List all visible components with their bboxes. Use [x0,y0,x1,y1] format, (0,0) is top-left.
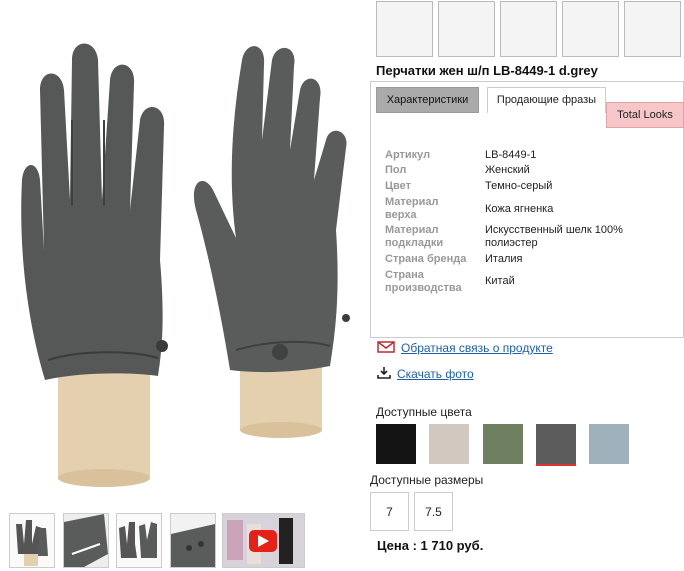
gallery-slot-2[interactable] [438,1,495,57]
color-swatch-dark-grey[interactable] [536,424,576,466]
download-photo-link[interactable]: Скачать фото [397,367,474,381]
size-option[interactable]: 7 [370,492,409,531]
thumbnail-4[interactable] [170,513,216,568]
spec-value: Темно-серый [485,180,553,192]
color-swatch-light-blue[interactable] [589,424,629,464]
product-title: Перчатки жен ш/п LB-8449-1 d.grey [376,63,598,78]
tab-selling-phrases[interactable]: Продающие фразы [487,87,606,113]
spec-label: Материал подкладки [385,224,444,249]
feedback-row: Обратная связь о продукте [377,341,553,355]
feedback-link[interactable]: Обратная связь о продукте [401,341,553,355]
main-product-image[interactable] [0,0,360,505]
size-option[interactable]: 7.5 [414,492,453,531]
tab-total-looks[interactable]: Total Looks [606,102,684,128]
video-thumbnail[interactable] [222,513,305,568]
spec-value: Искусственный шелк 100% полиэстер [485,224,623,249]
spec-value: Кожа ягненка [485,203,554,215]
envelope-icon [377,341,395,353]
spec-label: Пол [385,164,407,176]
color-swatch-beige[interactable] [429,424,469,464]
color-swatch-black[interactable] [376,424,416,464]
gallery-slot-3[interactable] [500,1,557,57]
spec-label: Страна бренда [385,253,467,265]
gallery-slot-5[interactable] [624,1,681,57]
gallery-slot-4[interactable] [562,1,619,57]
sizes-label: Доступные размеры [370,473,484,487]
download-icon [377,367,391,379]
colors-label: Доступные цвета [376,405,472,419]
thumbnail-2[interactable] [63,513,109,568]
spec-label: Артикул [385,149,431,161]
spec-label: Страна производства [385,269,462,294]
spec-value: Женский [485,164,530,176]
download-row: Скачать фото [377,366,474,381]
gallery-slot-1[interactable] [376,1,433,57]
spec-label: Материал верха [385,196,439,221]
spec-value: LB-8449-1 [485,149,537,161]
tab-characteristics[interactable]: Характеристики [376,87,479,113]
color-swatch-green[interactable] [483,424,523,464]
spec-label: Цвет [385,180,412,192]
thumbnail-3[interactable] [116,513,162,568]
thumbnail-1[interactable] [9,513,55,568]
spec-value: Китай [485,275,515,287]
price: Цена : 1 710 руб. [377,538,484,553]
spec-value: Италия [485,253,523,265]
